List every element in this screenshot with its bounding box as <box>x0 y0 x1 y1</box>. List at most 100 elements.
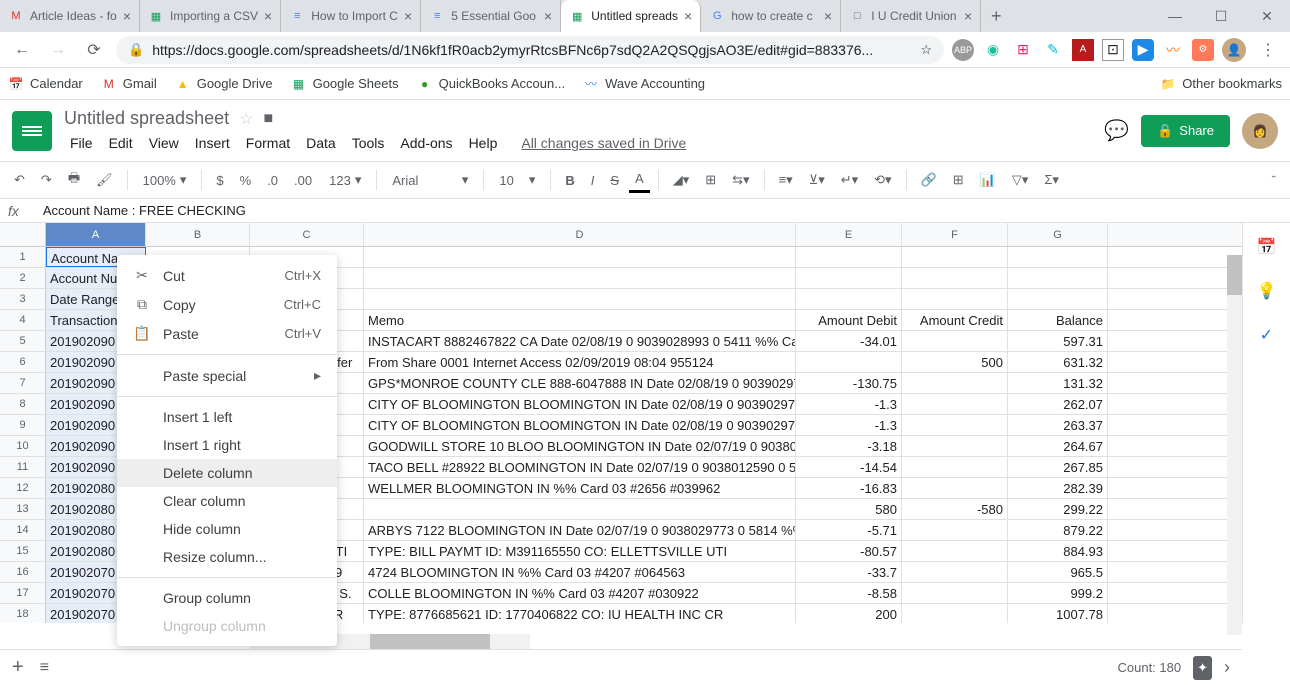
cell[interactable]: 264.67 <box>1008 436 1108 456</box>
cell[interactable] <box>364 247 796 267</box>
cell[interactable]: -5.71 <box>796 520 902 540</box>
save-status[interactable]: All changes saved in Drive <box>515 133 692 153</box>
cell[interactable]: ARBYS 7122 BLOOMINGTON IN Date 02/07/19 … <box>364 520 796 540</box>
select-all-corner[interactable] <box>0 223 46 246</box>
reload-button[interactable]: ⟳ <box>80 36 108 64</box>
font-dropdown[interactable]: Arial▾ <box>385 168 475 192</box>
cell[interactable] <box>796 352 902 372</box>
undo-button[interactable]: ↶ <box>8 168 31 192</box>
browser-tab[interactable]: ▦Untitled spreads× <box>561 0 701 32</box>
close-tab-icon[interactable]: × <box>264 8 272 24</box>
maximize-button[interactable]: ☐ <box>1198 0 1244 32</box>
other-bookmarks[interactable]: 📁Other bookmarks <box>1160 76 1282 92</box>
row-header[interactable]: 12 <box>0 478 46 498</box>
row-header[interactable]: 9 <box>0 415 46 435</box>
cell[interactable]: CITY OF BLOOMINGTON BLOOMINGTON IN Date … <box>364 415 796 435</box>
cell[interactable]: 965.5 <box>1008 562 1108 582</box>
calendar-side-icon[interactable]: 📅 <box>1255 235 1279 259</box>
cell[interactable]: -3.18 <box>796 436 902 456</box>
ext-abp-icon[interactable]: ABP <box>952 39 974 61</box>
account-avatar[interactable]: 👩 <box>1242 113 1278 149</box>
context-menu-item[interactable]: Clear column <box>117 487 337 515</box>
cell[interactable] <box>902 415 1008 435</box>
row-header[interactable]: 15 <box>0 541 46 561</box>
print-button[interactable]: 🖶 <box>62 165 86 195</box>
add-sheet-button[interactable]: + <box>12 656 24 679</box>
cell[interactable]: -16.83 <box>796 478 902 498</box>
cell[interactable] <box>902 562 1008 582</box>
row-header[interactable]: 11 <box>0 457 46 477</box>
increase-decimal-button[interactable]: .00 <box>288 169 318 192</box>
minimize-button[interactable]: — <box>1152 0 1198 32</box>
zoom-dropdown[interactable]: 100%▾ <box>136 168 194 192</box>
decrease-decimal-button[interactable]: .0 <box>261 169 284 192</box>
close-tab-icon[interactable]: × <box>964 8 972 24</box>
context-menu-item[interactable]: Paste special▸ <box>117 361 337 390</box>
star-icon[interactable]: ☆ <box>920 42 932 58</box>
star-document-icon[interactable]: ☆ <box>239 109 253 129</box>
ext-grammarly-icon[interactable]: ◉ <box>982 39 1004 61</box>
cell[interactable]: -80.57 <box>796 541 902 561</box>
cell[interactable]: 884.93 <box>1008 541 1108 561</box>
cell[interactable]: TYPE: 8776685621 ID: 1770406822 CO: IU H… <box>364 604 796 623</box>
cell[interactable]: GOODWILL STORE 10 BLOO BLOOMINGTON IN Da… <box>364 436 796 456</box>
cell[interactable]: -34.01 <box>796 331 902 351</box>
cell[interactable]: 200 <box>796 604 902 623</box>
context-menu-item[interactable]: 📋PasteCtrl+V <box>117 319 337 348</box>
menu-tools[interactable]: Tools <box>346 133 391 153</box>
cell[interactable]: -130.75 <box>796 373 902 393</box>
cell[interactable] <box>902 268 1008 288</box>
column-header-C[interactable]: C <box>250 223 364 246</box>
cell[interactable]: Amount Debit <box>796 310 902 330</box>
cell[interactable]: From Share 0001 Internet Access 02/09/20… <box>364 352 796 372</box>
cell[interactable] <box>902 457 1008 477</box>
cell[interactable]: -33.7 <box>796 562 902 582</box>
menu-edit[interactable]: Edit <box>103 133 139 153</box>
ext-video-icon[interactable]: ▶ <box>1132 39 1154 61</box>
document-title[interactable]: Untitled spreadsheet <box>64 108 229 129</box>
url-input[interactable] <box>152 42 912 58</box>
move-folder-icon[interactable]: ■ <box>263 110 273 128</box>
row-header[interactable]: 10 <box>0 436 46 456</box>
cell[interactable] <box>902 373 1008 393</box>
formula-bar[interactable]: fx Account Name : FREE CHECKING <box>0 199 1290 223</box>
row-header[interactable]: 7 <box>0 373 46 393</box>
more-formats-dropdown[interactable]: 123▾ <box>322 168 368 192</box>
cell[interactable]: 262.07 <box>1008 394 1108 414</box>
cell[interactable] <box>364 268 796 288</box>
browser-tab[interactable]: ≡How to Import C× <box>281 0 421 32</box>
tasks-side-icon[interactable]: ✓ <box>1255 323 1279 347</box>
column-header-F[interactable]: F <box>902 223 1008 246</box>
row-header[interactable]: 16 <box>0 562 46 582</box>
back-button[interactable]: ← <box>8 36 36 64</box>
link-button[interactable]: 🔗 <box>915 168 943 192</box>
cell[interactable]: -1.3 <box>796 394 902 414</box>
column-header-D[interactable]: D <box>364 223 796 246</box>
cell[interactable] <box>796 289 902 309</box>
context-menu-item[interactable]: ⧉CopyCtrl+C <box>117 290 337 319</box>
cell[interactable] <box>902 604 1008 623</box>
column-header-G[interactable]: G <box>1008 223 1108 246</box>
context-menu-item[interactable]: Insert 1 right <box>117 431 337 459</box>
cell[interactable]: 500 <box>902 352 1008 372</box>
cell[interactable] <box>1008 289 1108 309</box>
cell[interactable]: WELLMER BLOOMINGTON IN %% Card 03 #2656 … <box>364 478 796 498</box>
borders-button[interactable]: ⊞ <box>699 168 722 192</box>
ext-hubspot-icon[interactable]: ⚙ <box>1192 39 1214 61</box>
browser-tab[interactable]: Ghow to create c× <box>701 0 841 32</box>
cell[interactable] <box>902 436 1008 456</box>
ext-brush-icon[interactable]: ✎ <box>1042 39 1064 61</box>
cell[interactable] <box>902 583 1008 603</box>
cell[interactable]: TACO BELL #28922 BLOOMINGTON IN Date 02/… <box>364 457 796 477</box>
strikethrough-button[interactable]: S <box>604 169 625 192</box>
cell[interactable]: Amount Credit <box>902 310 1008 330</box>
context-menu-item[interactable]: Resize column... <box>117 543 337 571</box>
row-header[interactable]: 1 <box>0 247 46 267</box>
collapse-toolbar-button[interactable]: ˆ <box>1266 169 1282 192</box>
keep-side-icon[interactable]: 💡 <box>1255 279 1279 303</box>
browser-tab[interactable]: □I U Credit Union× <box>841 0 981 32</box>
row-header[interactable]: 18 <box>0 604 46 623</box>
bookmark-item[interactable]: ●QuickBooks Accoun... <box>417 76 565 92</box>
format-percent-button[interactable]: % <box>234 169 258 192</box>
text-color-button[interactable]: A <box>629 167 650 193</box>
